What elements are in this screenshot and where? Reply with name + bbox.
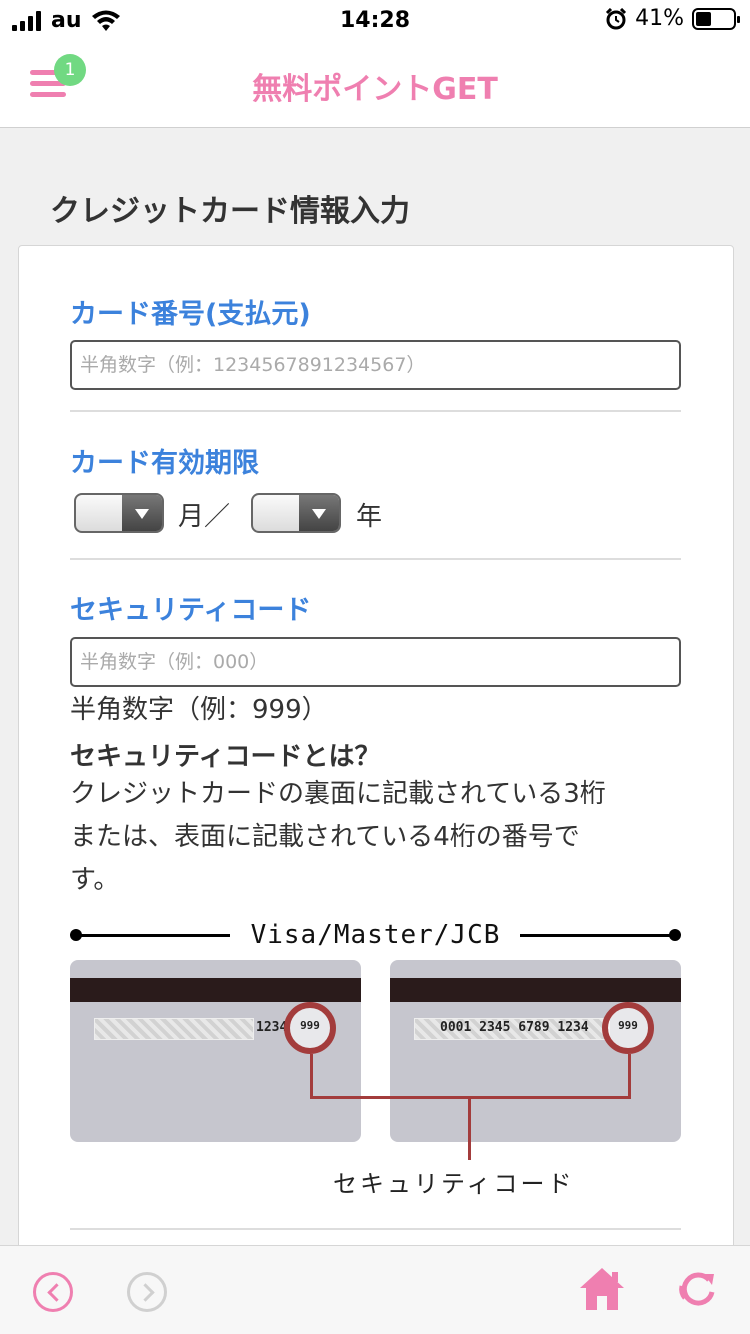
security-hint: 半角数字（例：999） <box>70 695 328 725</box>
card-number-input[interactable] <box>70 340 681 390</box>
security-desc-line2: または、表面に記載されている4桁の番号で <box>70 822 580 852</box>
alarm-icon <box>606 7 627 29</box>
bottom-toolbar <box>0 1245 750 1334</box>
page-title: 無料ポイントGET <box>252 72 498 107</box>
battery-percent: 41% <box>635 6 684 31</box>
security-code-input[interactable] <box>70 637 681 687</box>
year-select[interactable] <box>251 493 341 533</box>
back-code-circle: 999 <box>284 1002 336 1054</box>
reload-icon[interactable] <box>676 1268 718 1310</box>
dropdown-arrow-icon <box>122 495 162 531</box>
dropdown-arrow-icon <box>299 495 339 531</box>
security-code-caption: セキュリティコード <box>333 1170 575 1198</box>
divider <box>70 1228 681 1230</box>
expiry-label: カード有効期限 <box>70 448 259 479</box>
home-icon[interactable] <box>578 1266 626 1312</box>
back-button[interactable] <box>33 1272 73 1312</box>
card-number-label: カード番号(支払元) <box>70 299 311 330</box>
security-desc-line1: クレジットカードの裏面に記載されている3桁 <box>70 779 606 809</box>
forward-button[interactable] <box>127 1272 167 1312</box>
front-card-number: 0001 2345 6789 1234 <box>440 1020 589 1035</box>
security-what-title: セキュリティコードとは？ <box>70 742 381 772</box>
security-desc-line3: す。 <box>70 865 120 895</box>
section-title: クレジットカード情報入力 <box>50 194 410 229</box>
security-code-label: セキュリティコード <box>70 595 312 626</box>
status-bar: au 14:28 41% <box>0 0 750 40</box>
month-select[interactable] <box>74 493 164 533</box>
divider <box>70 410 681 412</box>
front-code-circle: 999 <box>602 1002 654 1054</box>
app-header: 1 無料ポイントGET <box>0 40 750 128</box>
back-card-number: 1234 <box>256 1020 288 1035</box>
divider <box>70 558 681 560</box>
month-suffix: 月／ <box>178 502 231 532</box>
year-suffix: 年 <box>356 502 383 532</box>
battery-icon <box>692 7 740 30</box>
status-right: 41% <box>605 6 740 31</box>
